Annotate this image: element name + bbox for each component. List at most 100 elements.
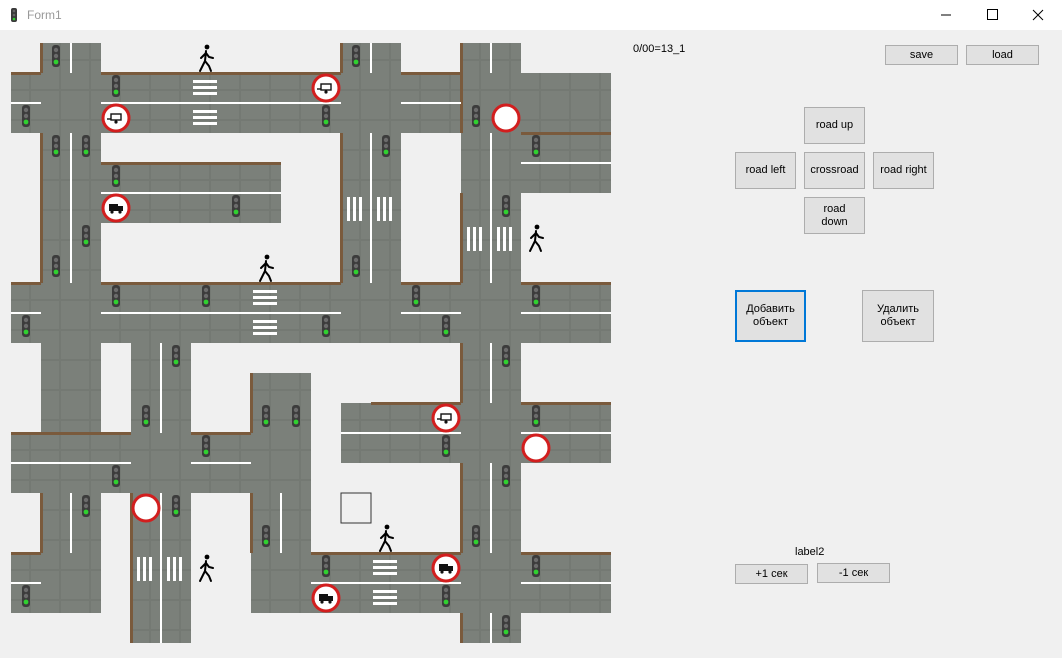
curb [340, 133, 343, 283]
curb [250, 373, 253, 433]
road-down-button[interactable]: road down [804, 197, 865, 234]
traffic-light-icon[interactable] [382, 135, 390, 157]
traffic-light-icon[interactable] [22, 585, 30, 607]
traffic-light-icon[interactable] [532, 285, 540, 307]
maximize-icon [987, 9, 998, 20]
traffic-light-icon[interactable] [322, 315, 330, 337]
traffic-light-icon[interactable] [172, 495, 180, 517]
close-button[interactable] [1015, 0, 1061, 30]
crosswalk-stripe [359, 197, 362, 221]
traffic-light-icon[interactable] [202, 435, 210, 457]
add-object-button[interactable]: Добавить объект [735, 290, 806, 342]
traffic-light-icon[interactable] [142, 405, 150, 427]
maximize-button[interactable] [969, 0, 1015, 30]
traffic-light-icon[interactable] [82, 225, 90, 247]
save-button[interactable]: save [885, 45, 958, 65]
traffic-light-icon[interactable] [472, 105, 480, 127]
curb [191, 432, 251, 435]
curb [11, 432, 131, 435]
traffic-light-icon[interactable] [502, 465, 510, 487]
crosswalk-stripe [389, 197, 392, 221]
curb [460, 343, 463, 403]
traffic-light-icon[interactable] [502, 345, 510, 367]
crosswalk-stripe [253, 302, 277, 305]
curb [101, 72, 341, 75]
traffic-light-icon[interactable] [52, 45, 60, 67]
traffic-light-icon[interactable] [112, 465, 120, 487]
curb [521, 552, 611, 555]
crosswalk-stripe [137, 557, 140, 581]
traffic-light-icon[interactable] [472, 525, 480, 547]
traffic-light-icon[interactable] [82, 495, 90, 517]
remove-object-button[interactable]: Удалить объект [862, 290, 934, 342]
status-label: 0/00=13_1 [633, 43, 686, 55]
empty-cell-selector[interactable] [340, 492, 372, 524]
crosswalk-stripe [193, 110, 217, 113]
traffic-light-icon[interactable] [352, 255, 360, 277]
curb [130, 493, 133, 643]
traffic-light-icon[interactable] [82, 135, 90, 157]
traffic-light-icon[interactable] [202, 285, 210, 307]
traffic-light-icon[interactable] [442, 315, 450, 337]
crosswalk-stripe [253, 332, 277, 335]
crosswalk-stripe [373, 596, 397, 599]
minimize-button[interactable] [923, 0, 969, 30]
curb [11, 282, 41, 285]
window-title: Form1 [27, 8, 62, 22]
no-trailer-sign-icon[interactable] [311, 73, 341, 103]
traffic-light-icon[interactable] [262, 405, 270, 427]
crosswalk-stripe [253, 296, 277, 299]
traffic-light-icon[interactable] [412, 285, 420, 307]
no-trucks-sign-icon[interactable] [431, 553, 461, 583]
no-vehicles-sign-icon[interactable] [521, 433, 551, 463]
pedestrian-icon [379, 524, 394, 552]
no-trailer-sign-icon[interactable] [101, 103, 131, 133]
traffic-light-icon[interactable] [112, 285, 120, 307]
traffic-light-icon[interactable] [442, 435, 450, 457]
traffic-light-icon[interactable] [112, 75, 120, 97]
traffic-light-icon[interactable] [22, 315, 30, 337]
crosswalk-stripe [193, 80, 217, 83]
minus-one-sec-button[interactable]: -1 сек [817, 563, 890, 583]
curb [521, 132, 611, 135]
traffic-light-icon[interactable] [352, 45, 360, 67]
plus-one-sec-button[interactable]: +1 сек [735, 564, 808, 584]
curb [250, 493, 253, 553]
traffic-light-icon[interactable] [532, 555, 540, 577]
no-vehicles-sign-icon[interactable] [131, 493, 161, 523]
traffic-light-icon[interactable] [262, 525, 270, 547]
traffic-light-icon[interactable] [502, 195, 510, 217]
traffic-light-icon[interactable] [292, 405, 300, 427]
crosswalk-stripe [193, 86, 217, 89]
crosswalk-stripe [373, 560, 397, 563]
road-map-canvas[interactable] [0, 30, 615, 645]
traffic-light-icon[interactable] [52, 255, 60, 277]
traffic-light-icon[interactable] [112, 165, 120, 187]
curb [40, 493, 43, 553]
crosswalk-stripe [373, 566, 397, 569]
traffic-light-icon[interactable] [532, 135, 540, 157]
traffic-light-icon[interactable] [322, 105, 330, 127]
traffic-light-icon[interactable] [502, 615, 510, 637]
curb [40, 43, 43, 73]
no-trucks-sign-icon[interactable] [101, 193, 131, 223]
traffic-light-icon[interactable] [322, 555, 330, 577]
title-bar: Form1 [0, 0, 1062, 30]
traffic-light-icon[interactable] [532, 405, 540, 427]
no-trucks-sign-icon[interactable] [311, 583, 341, 613]
traffic-light-app-icon [11, 8, 17, 22]
traffic-light-icon[interactable] [232, 195, 240, 217]
traffic-light-icon[interactable] [442, 585, 450, 607]
traffic-light-icon[interactable] [172, 345, 180, 367]
no-trailer-sign-icon[interactable] [431, 403, 461, 433]
traffic-light-icon[interactable] [52, 135, 60, 157]
road-left-button[interactable]: road left [735, 152, 796, 189]
pedestrian-icon [199, 44, 214, 72]
curb [11, 72, 41, 75]
road-right-button[interactable]: road right [873, 152, 934, 189]
road-up-button[interactable]: road up [804, 107, 865, 144]
traffic-light-icon[interactable] [22, 105, 30, 127]
no-vehicles-sign-icon[interactable] [491, 103, 521, 133]
load-button[interactable]: load [966, 45, 1039, 65]
crossroad-button[interactable]: crossroad [804, 152, 865, 189]
